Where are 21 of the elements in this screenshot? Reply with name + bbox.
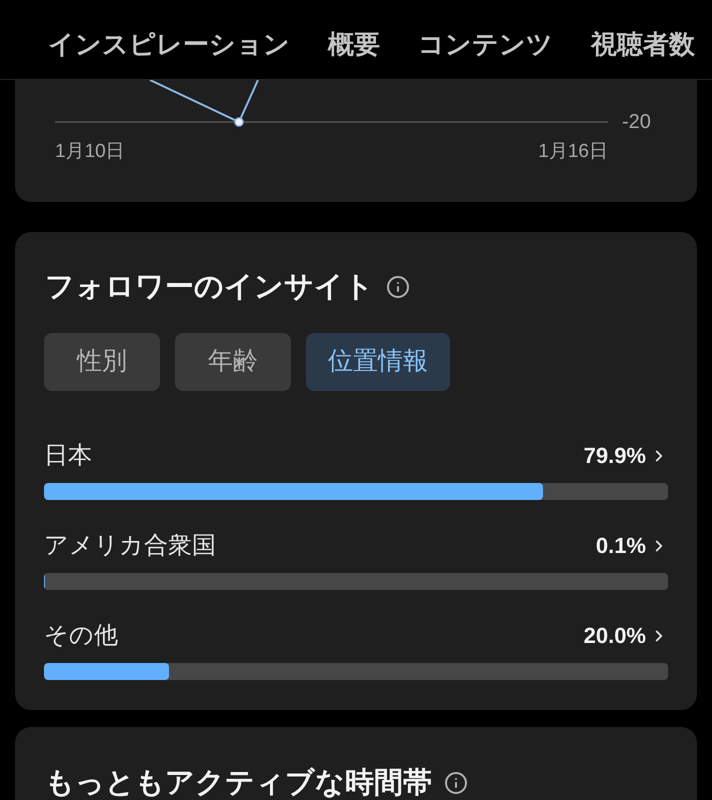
percentage-value: 20.0% [584,622,646,650]
nav-tab[interactable]: コンテンツ [418,26,553,60]
info-icon[interactable] [386,275,410,299]
filter-tab[interactable]: 性別 [44,333,160,391]
filter-tab[interactable]: 位置情報 [306,333,450,391]
nav-tab[interactable]: 視聴者数 [591,26,695,60]
nav-tab[interactable]: インスピレーション [48,26,290,60]
percentage-value: 0.1% [596,532,646,560]
percentage-value: 79.9% [584,442,646,470]
section-title: フォロワーのインサイト [45,270,374,305]
filter-tab[interactable]: 年齢 [175,333,291,391]
location-name: アメリカ合衆国 [44,531,216,561]
axis-label: -20 [622,110,651,134]
location-name: 日本 [44,441,92,471]
nav-tab[interactable]: 概要 [328,26,380,60]
data-point [234,117,244,127]
axis-label: 1月16日 [538,140,608,164]
info-icon[interactable] [444,771,468,795]
axis-label: 1月10日 [55,140,125,164]
section-title: もっともアクティブな時間帯 [45,766,432,800]
location-name: その他 [44,621,118,651]
